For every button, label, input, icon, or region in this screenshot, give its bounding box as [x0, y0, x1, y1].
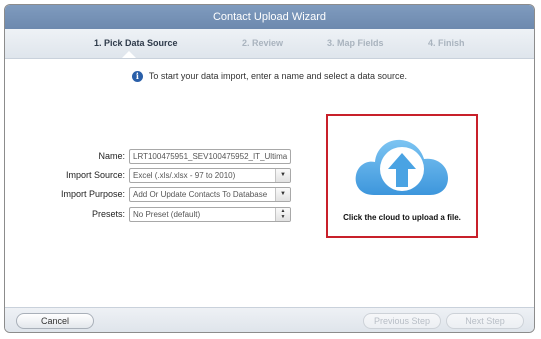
- upload-area[interactable]: Click the cloud to upload a file.: [326, 114, 478, 238]
- cloud-upload-icon[interactable]: [352, 129, 452, 201]
- import-purpose-value: Add Or Update Contacts To Database: [133, 190, 268, 199]
- presets-label: Presets:: [91, 209, 125, 219]
- step-map-fields: 3. Map Fields: [327, 38, 384, 48]
- step-review: 2. Review: [242, 38, 284, 48]
- wizard-footer: Cancel Previous Step Next Step: [5, 307, 534, 332]
- chevron-down-icon[interactable]: ▼: [275, 188, 290, 201]
- chevron-down-icon[interactable]: ▼: [275, 169, 290, 182]
- import-source-label: Import Source:: [65, 170, 125, 180]
- info-text: To start your data import, enter a name …: [148, 71, 408, 81]
- info-icon: i: [131, 71, 143, 83]
- window-title: Contact Upload Wizard: [5, 5, 534, 29]
- name-label: Name:: [98, 151, 125, 161]
- cancel-button[interactable]: Cancel: [16, 313, 94, 329]
- presets-value: No Preset (default): [133, 210, 201, 219]
- import-purpose-label: Import Purpose:: [60, 189, 125, 199]
- name-input[interactable]: LRT100475951_SEV100475952_IT_Ultima: [129, 149, 291, 164]
- wizard-steps: 1. Pick Data Source 2. Review 3. Map Fie…: [5, 29, 534, 59]
- presets-select[interactable]: No Preset (default) ▲ ▼: [129, 207, 291, 222]
- step-finish: 4. Finish: [428, 38, 465, 48]
- info-message: i To start your data import, enter a name…: [5, 71, 534, 83]
- import-source-value: Excel (.xls/.xlsx - 97 to 2010): [133, 171, 236, 180]
- import-purpose-select[interactable]: Add Or Update Contacts To Database ▼: [129, 187, 291, 202]
- import-source-select[interactable]: Excel (.xls/.xlsx - 97 to 2010) ▼: [129, 168, 291, 183]
- next-step-button[interactable]: Next Step: [446, 313, 524, 329]
- active-step-pointer: [122, 51, 136, 58]
- wizard-window: Contact Upload Wizard 1. Pick Data Sourc…: [4, 4, 535, 333]
- previous-step-button[interactable]: Previous Step: [363, 313, 441, 329]
- spinner-icon[interactable]: ▲ ▼: [275, 208, 290, 221]
- upload-instruction: Click the cloud to upload a file.: [343, 213, 461, 222]
- wizard-content: i To start your data import, enter a name…: [5, 59, 534, 307]
